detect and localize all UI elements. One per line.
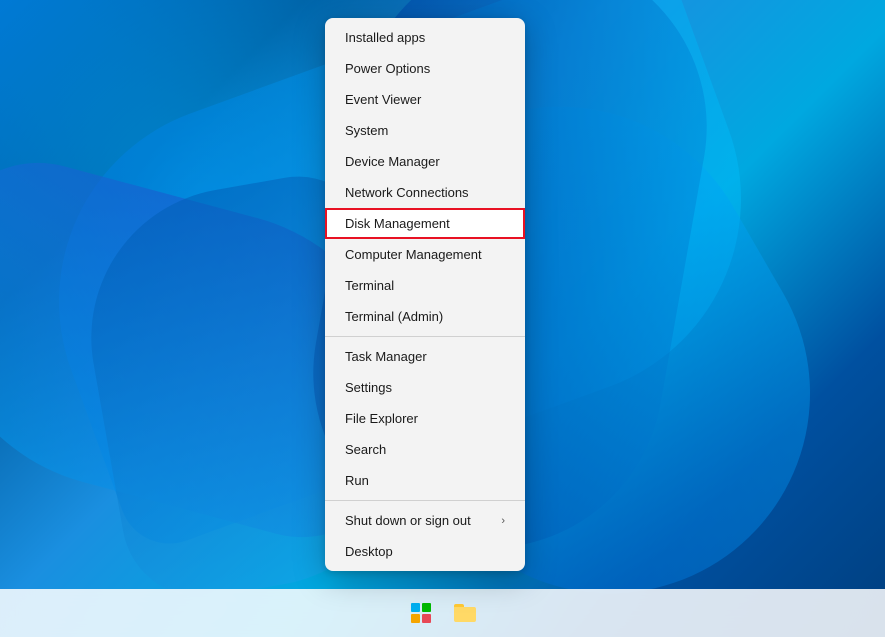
file-explorer-button[interactable] <box>447 595 483 631</box>
menu-item-system[interactable]: System <box>325 115 525 146</box>
menu-item-label: Run <box>345 473 369 488</box>
menu-item-label: Computer Management <box>345 247 482 262</box>
menu-item-desktop[interactable]: Desktop <box>325 536 525 567</box>
menu-item-label: Desktop <box>345 544 393 559</box>
menu-item-terminal[interactable]: Terminal <box>325 270 525 301</box>
menu-item-label: Terminal <box>345 278 394 293</box>
menu-item-file-explorer[interactable]: File Explorer <box>325 403 525 434</box>
menu-item-label: Terminal (Admin) <box>345 309 443 324</box>
start-button[interactable] <box>403 595 439 631</box>
menu-item-task-manager[interactable]: Task Manager <box>325 341 525 372</box>
context-menu: Installed apps Power Options Event Viewer S… <box>325 18 525 571</box>
menu-item-label: Device Manager <box>345 154 440 169</box>
menu-item-label: Search <box>345 442 386 457</box>
folder-icon <box>454 604 476 622</box>
menu-item-terminal-admin[interactable]: Terminal (Admin) <box>325 301 525 332</box>
menu-item-disk-management[interactable]: Disk Management <box>325 208 525 239</box>
menu-item-installed-apps[interactable]: Installed apps <box>325 22 525 53</box>
menu-item-network-connections[interactable]: Network Connections <box>325 177 525 208</box>
menu-item-power-options[interactable]: Power Options <box>325 53 525 84</box>
menu-item-label: Event Viewer <box>345 92 421 107</box>
menu-item-label: Disk Management <box>345 216 450 231</box>
menu-item-event-viewer[interactable]: Event Viewer <box>325 84 525 115</box>
taskbar <box>0 589 885 637</box>
menu-separator <box>325 500 525 501</box>
menu-item-shut-down-sign-out[interactable]: Shut down or sign out › <box>325 505 525 536</box>
submenu-arrow-icon: › <box>501 515 505 527</box>
menu-item-run[interactable]: Run <box>325 465 525 496</box>
menu-item-search[interactable]: Search <box>325 434 525 465</box>
menu-item-label: Settings <box>345 380 392 395</box>
menu-separator <box>325 336 525 337</box>
menu-item-device-manager[interactable]: Device Manager <box>325 146 525 177</box>
menu-item-label: Installed apps <box>345 30 425 45</box>
menu-item-label: Shut down or sign out <box>345 513 471 528</box>
menu-item-label: Network Connections <box>345 185 469 200</box>
menu-item-label: File Explorer <box>345 411 418 426</box>
windows-logo-icon <box>411 603 431 623</box>
menu-item-computer-management[interactable]: Computer Management <box>325 239 525 270</box>
menu-item-label: System <box>345 123 388 138</box>
menu-item-label: Power Options <box>345 61 430 76</box>
menu-item-label: Task Manager <box>345 349 427 364</box>
menu-item-settings[interactable]: Settings <box>325 372 525 403</box>
